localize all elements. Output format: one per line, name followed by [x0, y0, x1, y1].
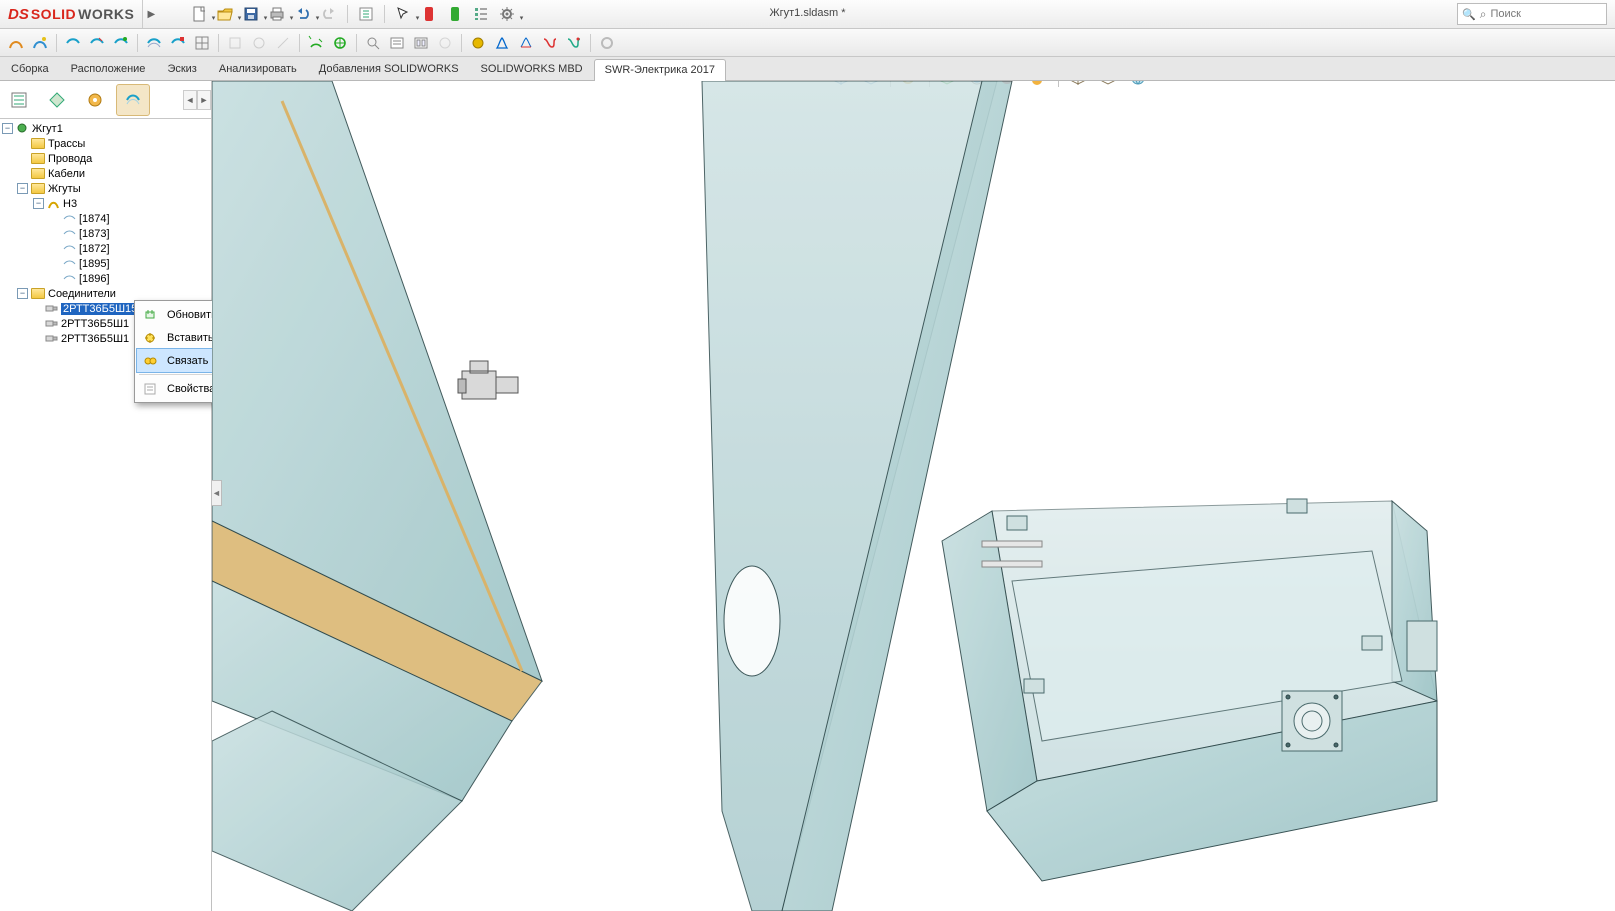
tool-3[interactable]	[63, 33, 83, 53]
print-button[interactable]: ▾	[267, 4, 287, 24]
panel-nav-prev[interactable]: ◄	[183, 90, 197, 110]
feature-manager-panel: ◄ ► −Жгут1 Трассы Провода Кабели −Жгуты …	[0, 81, 212, 911]
tree-leaf-1[interactable]: [1873]	[2, 226, 211, 241]
tree-leaf-0[interactable]: [1874]	[2, 211, 211, 226]
tool-7[interactable]	[168, 33, 188, 53]
save-button[interactable]: ▾	[241, 4, 261, 24]
tree-leaf-2[interactable]: [1872]	[2, 241, 211, 256]
tool-9[interactable]	[225, 33, 245, 53]
tool-23[interactable]	[597, 33, 617, 53]
rebuild-button[interactable]	[356, 4, 376, 24]
insert-icon	[141, 329, 159, 347]
tool-22[interactable]	[564, 33, 584, 53]
tool-19[interactable]	[492, 33, 512, 53]
panel-splitter-handle[interactable]: ◄	[212, 480, 222, 506]
menubar: DS SOLIDWORKS ▶ ▾ ▾ ▾ ▾ ▾ ▾ ▾ Жгут1.slda…	[0, 0, 1615, 29]
tool-15[interactable]	[387, 33, 407, 53]
tool-4[interactable]	[87, 33, 107, 53]
tool-6[interactable]	[144, 33, 164, 53]
cm-tab-layout[interactable]: Расположение	[60, 58, 157, 80]
tree-node-harnesses[interactable]: −Жгуты	[2, 181, 211, 196]
options-list-button[interactable]	[471, 4, 491, 24]
search-placeholder: Поиск	[1490, 8, 1520, 20]
tool-8[interactable]	[192, 33, 212, 53]
tool-1[interactable]	[6, 33, 26, 53]
tree-node-traces[interactable]: Трассы	[2, 136, 211, 151]
tool-21[interactable]	[540, 33, 560, 53]
search-icon: ⌕	[1480, 7, 1487, 22]
search-icon-box: 🔍	[1462, 8, 1476, 21]
open-button[interactable]: ▾	[215, 4, 235, 24]
properties-icon	[141, 380, 159, 398]
select-button[interactable]: ▾	[393, 4, 413, 24]
cm-tab-swr[interactable]: SWR-Электрика 2017	[594, 59, 726, 81]
panel-nav-next[interactable]: ►	[197, 90, 211, 110]
cm-tab-sketch[interactable]: Эскиз	[156, 58, 207, 80]
tree-leaf-3[interactable]: [1895]	[2, 256, 211, 271]
tool-16[interactable]	[411, 33, 431, 53]
tool-13[interactable]	[330, 33, 350, 53]
refresh-tree-icon	[141, 306, 159, 324]
tool-20[interactable]	[516, 33, 536, 53]
ds-logo-icon: DS	[8, 6, 29, 23]
addin-toolbar	[0, 29, 1615, 57]
tool-10[interactable]	[249, 33, 269, 53]
tree-root[interactable]: −Жгут1	[2, 121, 211, 136]
undo-button[interactable]: ▾	[293, 4, 313, 24]
quick-access-toolbar: ▾ ▾ ▾ ▾ ▾ ▾ ▾	[189, 4, 517, 24]
traffic-light-green[interactable]	[445, 4, 465, 24]
document-title: Жгут1.sldasm *	[769, 7, 845, 19]
tool-14[interactable]	[363, 33, 383, 53]
settings-button[interactable]: ▾	[497, 4, 517, 24]
tree-node-cables[interactable]: Кабели	[2, 166, 211, 181]
tree-node-wires[interactable]: Провода	[2, 151, 211, 166]
graphics-viewport[interactable]: ▾ ▾ ▾ ▾	[212, 81, 1615, 911]
solidworks-logo: DS SOLIDWORKS	[0, 0, 143, 28]
model-view-svg	[212, 81, 1615, 911]
cm-tab-addins[interactable]: Добавления SOLIDWORKS	[308, 58, 470, 80]
tool-18[interactable]	[468, 33, 488, 53]
panel-tab-config[interactable]	[78, 84, 112, 116]
link-icon	[141, 352, 159, 370]
tool-11[interactable]	[273, 33, 293, 53]
redo-button[interactable]	[319, 4, 339, 24]
tree-node-connectors[interactable]: −Соединители	[2, 286, 211, 301]
new-document-button[interactable]: ▾	[189, 4, 209, 24]
traffic-light-red[interactable]	[419, 4, 439, 24]
cm-tab-assembly[interactable]: Сборка	[0, 58, 60, 80]
tree-node-h3[interactable]: −H3	[2, 196, 211, 211]
panel-tab-electrical[interactable]	[116, 84, 150, 116]
command-manager-tabs: Сборка Расположение Эскиз Анализировать …	[0, 57, 1615, 81]
search-box[interactable]: 🔍 ⌕ Поиск	[1457, 3, 1607, 25]
tool-12[interactable]	[306, 33, 326, 53]
panel-tab-property[interactable]	[40, 84, 74, 116]
cm-tab-mbd[interactable]: SOLIDWORKS MBD	[470, 58, 594, 80]
menu-expand-button[interactable]: ▶	[143, 9, 159, 20]
tool-2[interactable]	[30, 33, 50, 53]
cm-tab-analyze[interactable]: Анализировать	[208, 58, 308, 80]
tree-leaf-4[interactable]: [1896]	[2, 271, 211, 286]
tool-17[interactable]	[435, 33, 455, 53]
tool-5[interactable]	[111, 33, 131, 53]
panel-tabs: ◄ ►	[0, 81, 211, 119]
panel-tab-feature[interactable]	[2, 84, 36, 116]
